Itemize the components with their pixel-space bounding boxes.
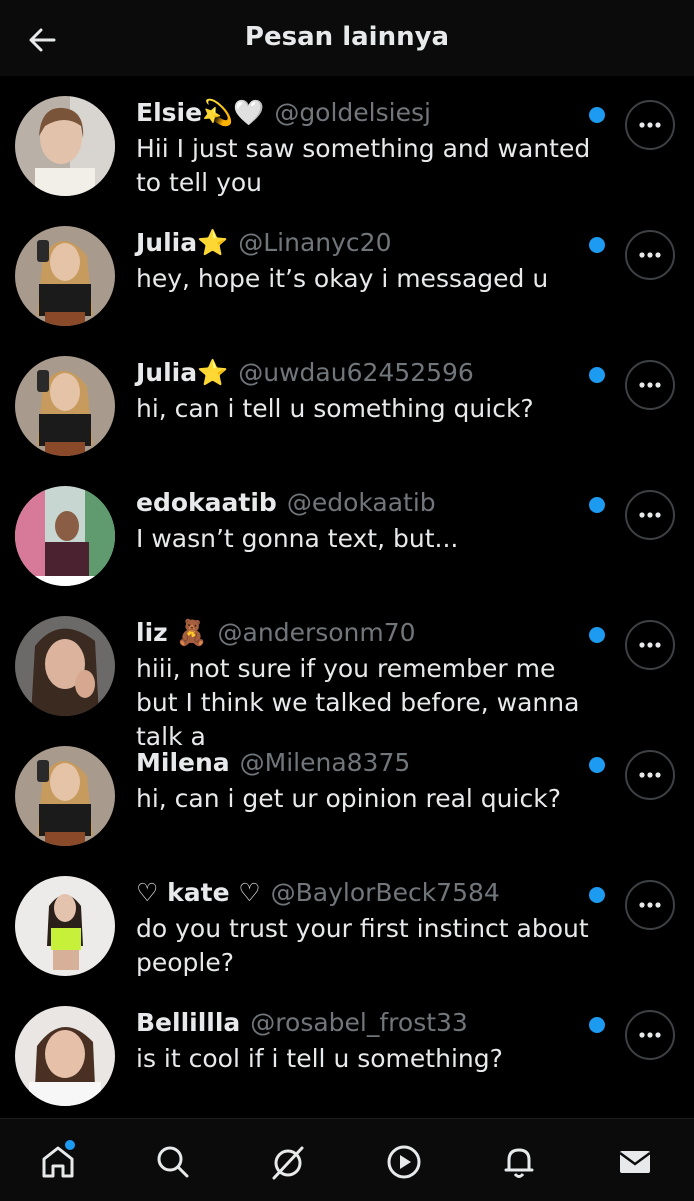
- message-preview: is it cool if i tell u something?: [136, 1044, 503, 1073]
- search-icon: [157, 1146, 189, 1178]
- sender-name: ♡ kate ♡: [136, 878, 261, 907]
- conversation-row[interactable]: Bellillla @rosabel_frost33 is it cool if …: [0, 986, 694, 1116]
- unread-dot: [589, 497, 605, 513]
- conversation-row[interactable]: liz 🧸 @andersonm70 hiii, not sure if you …: [0, 596, 694, 751]
- more-options-button[interactable]: [625, 100, 675, 150]
- nav-search[interactable]: [148, 1137, 198, 1187]
- sender-handle: @rosabel_frost33: [250, 1008, 468, 1037]
- message-preview: I wasn’t gonna text, but...: [136, 524, 459, 553]
- sender-handle: @edokaatib: [286, 488, 436, 517]
- unread-dot: [589, 887, 605, 903]
- more-options-button[interactable]: [625, 1010, 675, 1060]
- conversation-row[interactable]: Milena @Milena8375 hi, can i get ur opini…: [0, 726, 694, 856]
- more-horizontal-icon: [639, 902, 661, 908]
- sender-handle: @Milena8375: [239, 748, 411, 777]
- avatar: [15, 96, 115, 196]
- avatar: [15, 486, 115, 586]
- avatar: [15, 1006, 115, 1106]
- more-horizontal-icon: [639, 382, 661, 388]
- sender-name: edokaatib: [136, 488, 277, 517]
- sender-name: Julia⭐: [136, 228, 229, 257]
- notification-dot: [65, 1140, 75, 1150]
- message-preview: hi, can i get ur opinion real quick?: [136, 784, 561, 813]
- message-preview: hey, hope it’s okay i messaged u: [136, 264, 549, 293]
- more-options-button[interactable]: [625, 230, 675, 280]
- mail-icon: [619, 1151, 651, 1173]
- unread-dot: [589, 1017, 605, 1033]
- more-options-button[interactable]: [625, 620, 675, 670]
- unread-dot: [589, 627, 605, 643]
- sender-name: liz 🧸: [136, 618, 208, 647]
- message-preview: hi, can i tell u something quick?: [136, 394, 534, 423]
- avatar: [15, 876, 115, 976]
- nav-video[interactable]: [379, 1137, 429, 1187]
- more-horizontal-icon: [639, 642, 661, 648]
- top-bar: Pesan lainnya: [0, 0, 694, 76]
- sender-handle: @uwdau62452596: [238, 358, 474, 387]
- more-options-button[interactable]: [625, 490, 675, 540]
- grok-icon: [272, 1146, 304, 1180]
- bell-icon: [504, 1148, 534, 1178]
- conversation-row[interactable]: Julia⭐ @uwdau62452596 hi, can i tell u so…: [0, 336, 694, 466]
- more-horizontal-icon: [639, 1032, 661, 1038]
- more-horizontal-icon: [639, 122, 661, 128]
- nav-messages[interactable]: [610, 1137, 660, 1187]
- sender-name: Julia⭐: [136, 358, 229, 387]
- conversation-row[interactable]: Elsie💫🤍 @goldelsiesj Hii I just saw somet…: [0, 76, 694, 206]
- bottom-nav: [0, 1118, 694, 1201]
- more-options-button[interactable]: [625, 880, 675, 930]
- more-horizontal-icon: [639, 512, 661, 518]
- unread-dot: [589, 757, 605, 773]
- message-preview: do you trust your first instinct about p…: [136, 914, 589, 977]
- more-horizontal-icon: [639, 772, 661, 778]
- more-options-button[interactable]: [625, 360, 675, 410]
- sender-handle: @BaylorBeck7584: [270, 878, 500, 907]
- nav-home[interactable]: [33, 1137, 83, 1187]
- unread-dot: [589, 107, 605, 123]
- avatar: [15, 356, 115, 456]
- sender-name: Elsie💫🤍: [136, 98, 265, 127]
- conversation-row[interactable]: Julia⭐ @Linanyc20 hey, hope it’s okay i m…: [0, 206, 694, 336]
- sender-name: Milena: [136, 748, 230, 777]
- nav-grok[interactable]: [263, 1137, 313, 1187]
- avatar: [15, 746, 115, 846]
- more-options-button[interactable]: [625, 750, 675, 800]
- unread-dot: [589, 367, 605, 383]
- avatar: [15, 616, 115, 716]
- conversation-row[interactable]: ♡ kate ♡ @BaylorBeck7584 do you trust you…: [0, 856, 694, 986]
- sender-handle: @goldelsiesj: [274, 98, 431, 127]
- nav-notifications[interactable]: [494, 1137, 544, 1187]
- page-title: Pesan lainnya: [244, 22, 450, 52]
- conversation-row[interactable]: edokaatib @edokaatib I wasn’t gonna text,…: [0, 466, 694, 596]
- sender-handle: @andersonm70: [217, 618, 416, 647]
- play-icon: [387, 1145, 421, 1179]
- sender-handle: @Linanyc20: [238, 228, 392, 257]
- message-preview: Hii I just saw something and wanted to t…: [136, 134, 591, 197]
- unread-dot: [589, 237, 605, 253]
- more-horizontal-icon: [639, 252, 661, 258]
- avatar: [15, 226, 115, 326]
- sender-name: Bellillla: [136, 1008, 241, 1037]
